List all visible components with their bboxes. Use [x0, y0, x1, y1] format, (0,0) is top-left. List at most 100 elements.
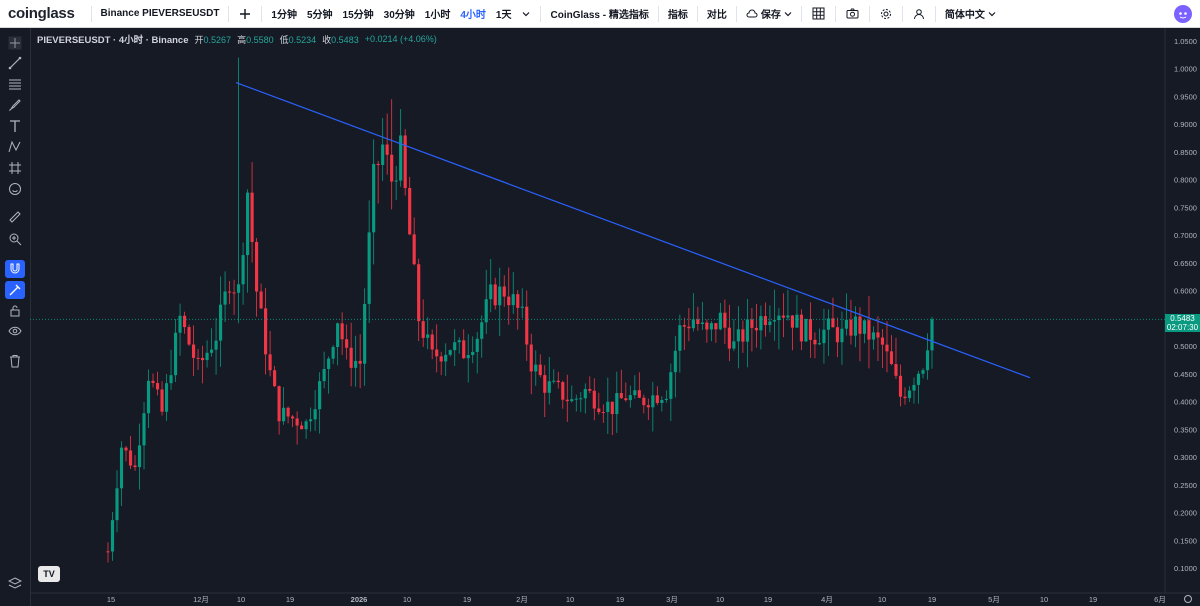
zoom-in-icon[interactable] [5, 230, 25, 248]
candle-body [880, 337, 885, 345]
time-tick-label: 19 [928, 595, 936, 604]
candle-body [849, 319, 853, 336]
candle-body [790, 315, 794, 328]
add-symbol-icon[interactable] [233, 8, 257, 20]
price-tick-label: 0.7000 [1174, 231, 1197, 240]
candle-body [817, 343, 822, 345]
save-button[interactable]: 保存 [741, 6, 797, 21]
candle-body [732, 341, 736, 349]
candle-body [124, 447, 128, 451]
divider [261, 5, 263, 22]
price-tick-label: 0.8000 [1174, 176, 1197, 185]
candle-body [137, 445, 142, 468]
forecast-icon[interactable] [5, 159, 25, 177]
candle-body [736, 329, 740, 342]
candle-body [705, 322, 709, 330]
candle-body [750, 319, 754, 328]
candle-body [907, 390, 912, 399]
pattern-icon[interactable] [5, 138, 25, 156]
candle-body [471, 351, 475, 355]
candle-body [556, 380, 560, 383]
candle-body [196, 357, 200, 359]
candle-body [678, 325, 682, 351]
candle-body [151, 380, 155, 384]
layout-grid-icon[interactable] [806, 7, 831, 20]
eye-icon[interactable] [5, 322, 25, 340]
fib-retracement-icon[interactable] [5, 75, 25, 93]
layers-icon[interactable] [5, 574, 25, 592]
indicators-button[interactable]: 指标 [663, 6, 693, 21]
candle-body [250, 192, 254, 242]
compare-button[interactable]: 对比 [702, 6, 732, 21]
price-tick-label: 0.4500 [1174, 370, 1197, 379]
price-tick-label: 1.0500 [1174, 37, 1197, 46]
interval-button[interactable]: 4小时 [455, 6, 491, 21]
price-tick-label: 0.9500 [1174, 92, 1197, 101]
time-tick-label: 12月 [193, 595, 209, 604]
candle-body [358, 360, 362, 364]
interval-button[interactable]: 30分钟 [379, 6, 420, 21]
time-tick-label: 10 [878, 595, 886, 604]
candle-body [930, 319, 934, 351]
interval-group: 1分钟 5分钟 15分钟 30分钟 1小时 4小时 1天 [266, 6, 516, 21]
chevron-down-icon [784, 11, 792, 16]
candle-body [709, 323, 713, 330]
candle-body [191, 344, 196, 358]
time-tick-label: 19 [616, 595, 624, 604]
time-tick-label: 10 [403, 595, 411, 604]
brush-icon[interactable] [5, 96, 25, 114]
coinglass-indicators-button[interactable]: CoinGlass - 精选指标 [545, 6, 653, 21]
lock-icon[interactable] [5, 302, 25, 320]
interval-button[interactable]: 5分钟 [302, 6, 338, 21]
assistant-avatar[interactable] [1174, 5, 1192, 23]
divider [657, 5, 659, 22]
magnet-icon[interactable] [5, 260, 25, 278]
symbol-selector[interactable]: Binance PIEVERSEUSDT [96, 8, 225, 19]
candle-body [628, 395, 632, 401]
user-icon[interactable] [907, 8, 931, 20]
text-icon[interactable] [5, 117, 25, 135]
interval-button[interactable]: 15分钟 [338, 6, 379, 21]
trend-line[interactable] [235, 82, 1031, 379]
camera-icon[interactable] [840, 8, 865, 19]
candle-body [795, 314, 799, 328]
candle-body [547, 381, 551, 393]
divider [735, 5, 737, 22]
crosshair-icon[interactable] [5, 34, 25, 52]
candle-body [592, 390, 596, 409]
candle-body [128, 450, 133, 466]
candle-body [916, 373, 921, 385]
interval-button[interactable]: 1分钟 [266, 6, 302, 21]
tradingview-logo[interactable]: TV [38, 566, 60, 582]
candle-body [160, 389, 164, 412]
save-label: 保存 [760, 10, 781, 21]
candle-body [327, 358, 331, 369]
candle-body [691, 319, 695, 329]
time-tick-label: 5月 [988, 595, 1000, 604]
candle-body [772, 320, 776, 322]
candle-body [529, 344, 533, 372]
emoji-icon[interactable] [5, 180, 25, 198]
ruler-icon[interactable] [5, 208, 25, 226]
candle-body [313, 409, 317, 420]
candle-body [106, 551, 110, 553]
time-tick-label: 10 [716, 595, 724, 604]
chevron-down-icon[interactable] [516, 10, 536, 18]
candle-body [142, 413, 146, 446]
language-selector[interactable]: 简体中文 [940, 6, 1001, 21]
candle-body [119, 447, 124, 489]
candle-body [268, 354, 272, 371]
stay-in-drawing-icon[interactable] [5, 281, 25, 299]
candle-body [412, 234, 416, 265]
trend-line-icon[interactable] [5, 54, 25, 72]
divider [934, 5, 936, 22]
gear-icon[interactable] [874, 8, 898, 20]
interval-button[interactable]: 1天 [491, 6, 517, 21]
brand-logo[interactable]: coinglass [0, 5, 87, 22]
candle-body [745, 319, 749, 342]
interval-button[interactable]: 1小时 [420, 6, 456, 21]
price-chart[interactable]: 1.0500 1.0000 0.9500 0.9000 0.8500 0.8000 0.75… [30, 28, 1200, 606]
trash-icon[interactable] [5, 352, 25, 370]
candle-body [318, 381, 322, 410]
candle-body [894, 364, 898, 376]
